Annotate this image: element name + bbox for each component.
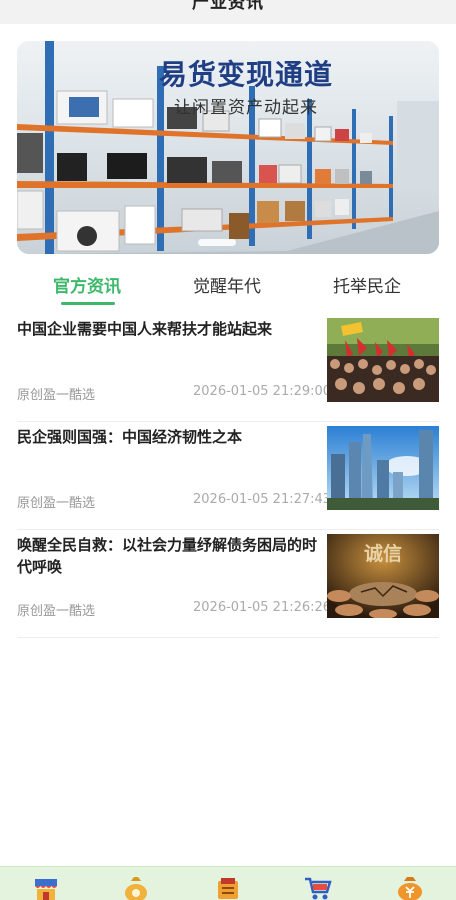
news-thumbnail xyxy=(327,318,439,402)
news-item[interactable]: 民企强则国强：中国经济韧性之本 原创盈一酷选 2026-01-05 21:27:… xyxy=(17,422,439,530)
active-tab-indicator xyxy=(61,302,115,305)
promo-banner[interactable]: 易货变现通道 让闲置资产动起来 xyxy=(17,41,439,254)
page-title: 产业资讯 xyxy=(192,0,264,13)
news-thumbnail: 诚信 xyxy=(327,534,439,618)
banner-subline: 让闲置资产动起来 xyxy=(174,98,318,118)
category-tabs: 官方资讯 觉醒年代 托举民企 xyxy=(0,262,456,306)
news-time: 2026-01-05 21:29:00 xyxy=(193,384,327,399)
banner-headline: 易货变现通道 xyxy=(158,58,333,91)
news-item[interactable]: 中国企业需要中国人来帮扶才能站起来 原创盈一酷选 2026-01-05 21:2… xyxy=(17,314,439,422)
top-nav-bar: 产业资讯 xyxy=(0,0,456,24)
news-time: 2026-01-05 21:26:26 xyxy=(193,600,327,615)
carousel-indicator[interactable] xyxy=(198,239,236,246)
exchange-icon[interactable] xyxy=(213,875,243,900)
news-time: 2026-01-05 21:27:43 xyxy=(193,492,327,507)
city-skyline-image xyxy=(327,426,439,510)
tab-official-news[interactable]: 官方资讯 xyxy=(53,272,121,297)
news-thumbnail xyxy=(327,426,439,510)
tab-awakening-era[interactable]: 觉醒年代 xyxy=(193,272,261,297)
image-caption-text: 诚信 xyxy=(364,542,402,565)
crowd-flags-image xyxy=(327,318,439,402)
hands-integrity-image: 诚信 xyxy=(327,534,439,618)
news-item[interactable]: 唤醒全民自救：以社会力量纾解债务困局的时代呼唤 原创盈一酷选 2026-01-0… xyxy=(17,530,439,638)
news-source: 原创盈一酷选 xyxy=(17,604,96,619)
yuan-icon[interactable] xyxy=(395,875,425,900)
news-title: 唤醒全民自救：以社会力量纾解债务困局的时代呼唤 xyxy=(17,536,318,576)
store-icon[interactable] xyxy=(31,875,61,900)
cart-icon[interactable] xyxy=(303,875,333,900)
news-source: 原创盈一酷选 xyxy=(17,388,96,403)
news-title: 中国企业需要中国人来帮扶才能站起来 xyxy=(17,320,273,338)
bottom-tab-bar xyxy=(0,866,456,900)
tab-support-private-enterprise[interactable]: 托举民企 xyxy=(333,272,401,297)
news-source: 原创盈一酷选 xyxy=(17,496,96,511)
coin-bag-icon[interactable] xyxy=(121,875,151,900)
news-title: 民企强则国强：中国经济韧性之本 xyxy=(17,428,243,446)
